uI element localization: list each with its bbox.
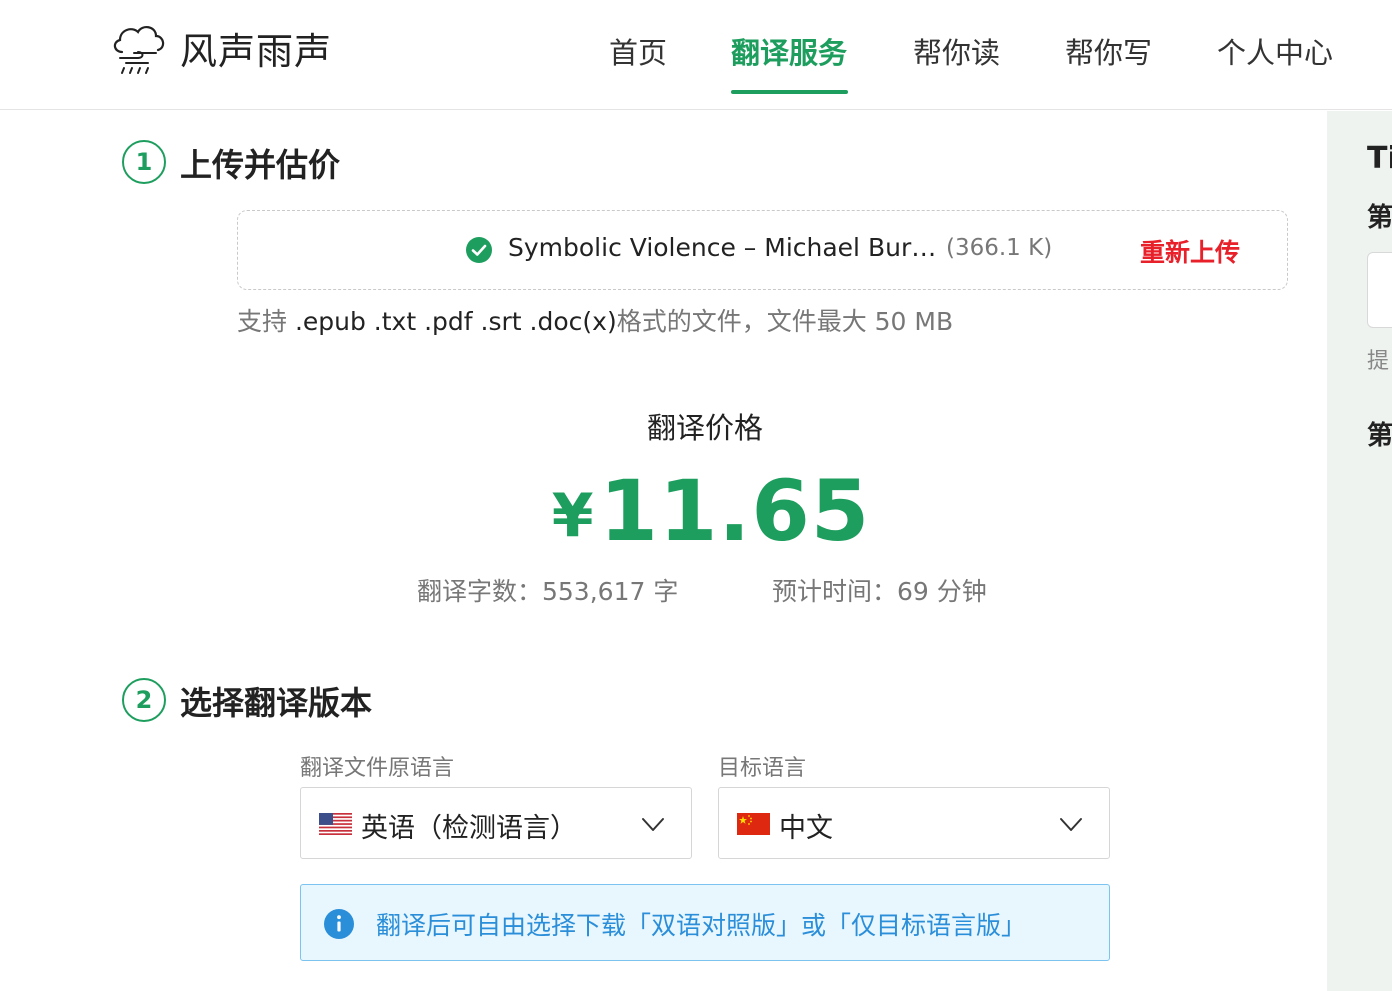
site-logo[interactable]: 风声雨声 — [108, 18, 332, 78]
step-1-title: 上传并估价 — [180, 146, 341, 184]
side-hint: 提 — [1367, 349, 1390, 374]
estimated-time: 预计时间：69 分钟 — [772, 577, 987, 606]
step-1-badge: 1 — [122, 140, 166, 184]
supported-formats-note: 支持 .epub .txt .pdf .srt .doc(x)格式的文件，文件最… — [237, 302, 953, 338]
check-circle-icon — [466, 237, 492, 263]
source-language-select[interactable]: 英语（检测语言） — [300, 787, 692, 859]
download-option-notice: 翻译后可自由选择下载「双语对照版」或「仅目标语言版」 — [300, 884, 1110, 961]
price-value: ¥11.65 — [0, 462, 1392, 560]
nav-home[interactable]: 首页 — [609, 30, 667, 72]
source-language-label: 翻译文件原语言 — [300, 756, 455, 781]
cloud-rain-icon — [113, 26, 165, 74]
side-input[interactable]: i — [1367, 252, 1392, 328]
target-language-value: 中文 — [779, 813, 833, 844]
chevron-down-icon — [642, 818, 664, 831]
price-currency: ¥ — [551, 481, 594, 551]
chevron-down-icon — [1060, 818, 1082, 831]
nav-translation-service[interactable]: 翻译服务 — [731, 30, 847, 72]
price-amount: 11.65 — [599, 462, 871, 560]
nav-active-indicator — [731, 90, 848, 94]
side-panel-title: Ti — [1367, 141, 1392, 176]
us-flag-icon — [319, 813, 352, 835]
step-2-badge: 2 — [122, 678, 166, 722]
price-label: 翻译价格 — [646, 411, 763, 445]
logo-text: 风声雨声 — [180, 30, 332, 73]
upload-box[interactable]: Symbolic Violence – Michael Bur… (366.1 … — [237, 210, 1288, 290]
support-formats: .epub .txt .pdf .srt .doc(x) — [294, 307, 617, 336]
side-step-a: 第 — [1367, 203, 1392, 233]
target-language-select[interactable]: 中文 — [718, 787, 1110, 859]
step-2-title: 选择翻译版本 — [180, 684, 373, 722]
file-name: Symbolic Violence – Michael Bur… — [508, 233, 937, 262]
target-language-label: 目标语言 — [718, 756, 807, 781]
support-suffix: 格式的文件，文件最大 50 MB — [616, 307, 954, 336]
cn-flag-icon — [737, 813, 770, 835]
source-language-value: 英语（检测语言） — [361, 813, 577, 844]
support-prefix: 支持 — [237, 307, 295, 336]
notice-text: 翻译后可自由选择下载「双语对照版」或「仅目标语言版」 — [376, 911, 1027, 940]
nav-personal-center[interactable]: 个人中心 — [1217, 30, 1333, 72]
word-count: 翻译字数：553,617 字 — [417, 577, 679, 606]
nav-help-read[interactable]: 帮你读 — [913, 30, 1000, 72]
file-size: (366.1 K) — [946, 235, 1053, 261]
translation-page: 风声雨声 首页 翻译服务 帮你读 帮你写 个人中心 Ti 第 i 提 第 1 上… — [0, 0, 1392, 991]
reupload-button[interactable]: 重新上传 — [1140, 233, 1240, 269]
top-header: 风声雨声 首页 翻译服务 帮你读 帮你写 个人中心 — [0, 0, 1392, 110]
nav-help-write[interactable]: 帮你写 — [1065, 30, 1152, 72]
info-circle-icon — [324, 909, 354, 939]
